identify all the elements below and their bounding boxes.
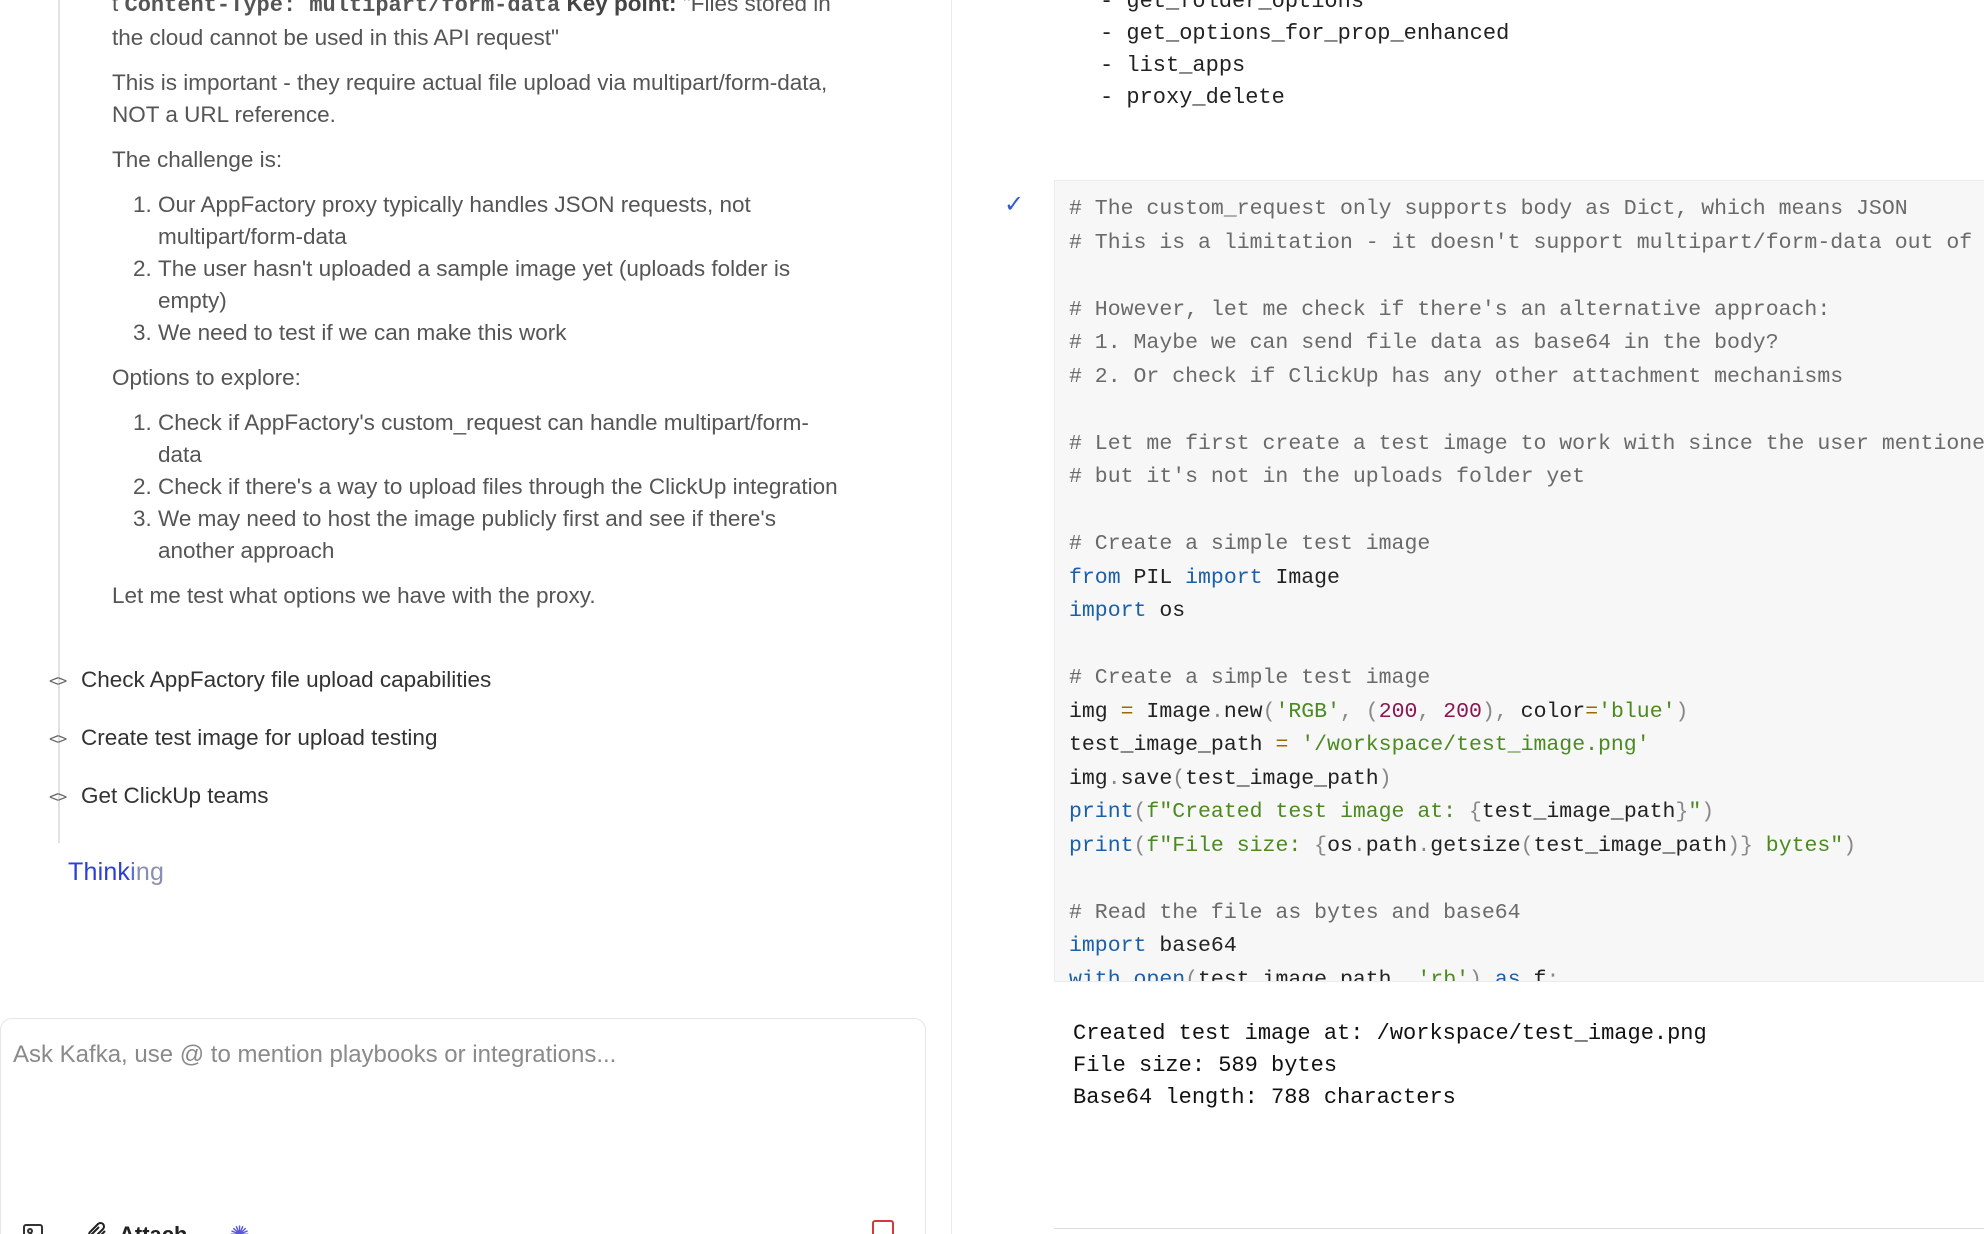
thinking-status: Thinking [68, 858, 165, 886]
keypoint-label: Key point: [566, 0, 677, 16]
output-line: File size: 589 bytes [1073, 1053, 1338, 1078]
list-item: - get_options_for_prop_enhanced [1100, 21, 1510, 46]
thinking-content: t Content-Type: multipart/form-data Key … [112, 0, 852, 625]
list-item: The user hasn't uploaded a sample image … [158, 253, 852, 317]
list-item: - proxy_delete [1100, 85, 1285, 110]
list-item: We may need to host the image publicly f… [158, 503, 852, 567]
output-line: Created test image at: /workspace/test_i… [1073, 1021, 1707, 1046]
execution-output: Created test image at: /workspace/test_i… [1073, 1018, 1707, 1114]
attach-label: Attach [119, 1222, 187, 1234]
challenge-heading: The challenge is: [112, 147, 283, 172]
thinking-top-line: t Content-Type: multipart/form-data Key … [112, 0, 852, 54]
code-brackets-icon: <> [49, 670, 67, 690]
message-composer: Attach ✺ [0, 1018, 926, 1234]
tool-call-label: Check AppFactory file upload capabilitie… [81, 667, 492, 692]
image-icon[interactable] [21, 1221, 45, 1234]
paperclip-icon [85, 1220, 109, 1234]
list-item: - get_folder_options [1100, 0, 1365, 14]
chat-panel: t Content-Type: multipart/form-data Key … [0, 0, 951, 1234]
check-icon: ✓ [1004, 191, 1025, 218]
previous-output-list: - get_folder_options - get_options_for_pr… [1100, 0, 1509, 114]
attach-button[interactable]: Attach [85, 1220, 187, 1234]
challenge-list: Our AppFactory proxy typically handles J… [112, 189, 852, 349]
tool-call-label: Create test image for upload testing [81, 725, 438, 750]
list-item: Check if AppFactory's custom_request can… [158, 407, 852, 471]
next-block-edge [1054, 1228, 1984, 1229]
code-content: # The custom_request only supports body … [1069, 197, 1984, 982]
list-item: We need to test if we can make this work [158, 317, 852, 349]
tool-call-create-image[interactable]: <> Create test image for upload testing [49, 721, 437, 755]
message-input[interactable] [11, 1039, 895, 1103]
thinking-code: Content-Type: multipart/form-data [124, 0, 561, 18]
tool-call-upload-capabilities[interactable]: <> Check AppFactory file upload capabili… [49, 663, 491, 697]
composer-toolbar: Attach ✺ [21, 1215, 250, 1234]
list-item: Our AppFactory proxy typically handles J… [158, 189, 852, 253]
output-line: Base64 length: 788 characters [1073, 1085, 1456, 1110]
tool-call-label: Get ClickUp teams [81, 783, 269, 808]
code-block: # The custom_request only supports body … [1054, 180, 1984, 982]
list-item: - list_apps [1100, 53, 1246, 78]
closing-paragraph: Let me test what options we have with th… [112, 583, 596, 608]
code-brackets-icon: <> [49, 786, 67, 806]
list-item: Check if there's a way to upload files t… [158, 471, 852, 503]
tool-call-get-teams[interactable]: <> Get ClickUp teams [49, 779, 269, 813]
sparkle-icon[interactable]: ✺ [229, 1221, 249, 1234]
important-paragraph: This is important - they require actual … [112, 70, 828, 127]
stop-icon[interactable] [872, 1220, 894, 1234]
thread-line [58, 0, 60, 843]
options-list: Check if AppFactory's custom_request can… [112, 407, 852, 567]
code-brackets-icon: <> [49, 728, 67, 748]
options-heading: Options to explore: [112, 365, 301, 390]
code-panel: - get_folder_options - get_options_for_pr… [952, 0, 1984, 1234]
